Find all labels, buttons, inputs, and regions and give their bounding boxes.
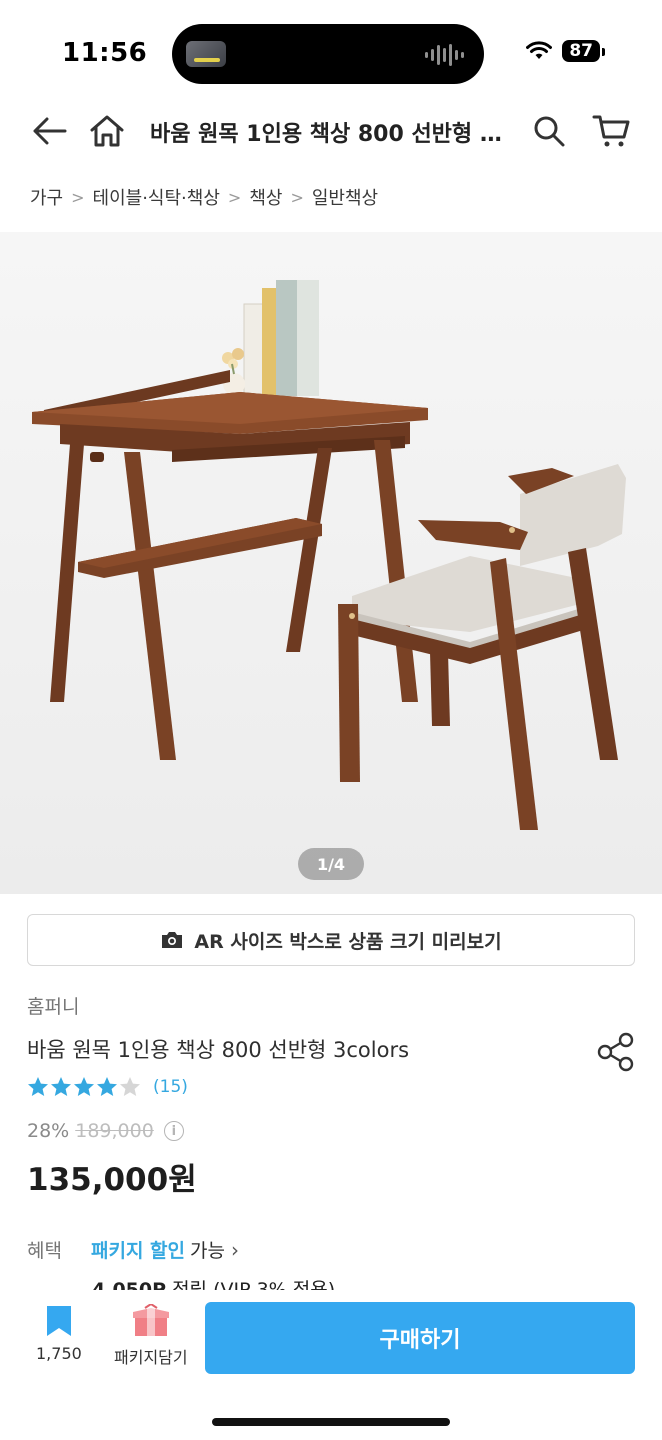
info-icon[interactable]: i <box>163 1121 184 1141</box>
wifi-icon <box>526 41 553 59</box>
battery-indicator: 87 <box>562 40 605 62</box>
dynamic-island[interactable] <box>172 24 484 84</box>
product-photo <box>0 232 662 894</box>
search-button[interactable] <box>526 108 572 154</box>
breadcrumb-item[interactable]: 책상 <box>249 184 282 210</box>
camera-icon <box>162 932 183 948</box>
status-icons: 87 <box>526 40 605 62</box>
benefit-label: 혜택 <box>27 1240 62 1262</box>
points-info: 4,050P 적립 (VIP 3% 적용) <box>92 1276 335 1290</box>
audio-wave-icon <box>425 44 464 66</box>
points-amount: 4,050P <box>92 1279 167 1290</box>
product-image-gallery[interactable] <box>0 232 662 894</box>
package-add-button[interactable]: 패키지담기 <box>114 1304 188 1368</box>
home-button[interactable] <box>84 108 130 154</box>
image-counter: 1/4 <box>298 848 364 880</box>
points-text: 적립 (VIP 3% 적용) <box>172 1279 336 1290</box>
sale-price: 135,000원 <box>27 1162 197 1198</box>
gift-box-icon <box>132 1304 169 1336</box>
rating[interactable]: (15) <box>27 1076 188 1098</box>
bookmark-icon <box>46 1306 71 1336</box>
product-name: 바움 원목 1인용 책상 800 선반형 3colors <box>27 1038 410 1062</box>
cart-button[interactable] <box>588 108 634 154</box>
status-time: 11:56 <box>62 38 148 68</box>
discount-rate: 28% <box>27 1120 70 1142</box>
share-icon <box>597 1032 634 1072</box>
benefit-row[interactable]: 혜택 패키지 할인 가능 › <box>27 1236 239 1263</box>
ar-size-preview-button[interactable]: AR 사이즈 박스로 상품 크기 미리보기 <box>27 914 635 966</box>
back-arrow-icon <box>33 117 67 145</box>
chevron-right-icon: > <box>71 187 85 207</box>
back-button[interactable] <box>26 108 72 154</box>
bookmark-count: 1,750 <box>36 1344 82 1363</box>
search-icon <box>534 116 565 147</box>
chevron-right-icon: > <box>290 187 304 207</box>
brand-name[interactable]: 홈퍼니 <box>27 992 79 1019</box>
package-add-label: 패키지담기 <box>114 1348 188 1367</box>
cart-icon <box>592 115 630 147</box>
top-header: 바움 원목 1인용 책상 800 선반형 3colors <box>0 100 662 162</box>
ar-button-label: AR 사이즈 박스로 상품 크기 미리보기 <box>194 930 502 953</box>
breadcrumb-item[interactable]: 테이블·식탁·책상 <box>93 184 220 210</box>
breadcrumb-item[interactable]: 가구 <box>30 184 63 210</box>
status-bar: 11:56 87 <box>0 0 662 100</box>
review-count[interactable]: (15) <box>153 1077 188 1097</box>
bookmark-button[interactable]: 1,750 <box>36 1304 82 1363</box>
media-thumbnail <box>186 41 226 67</box>
share-button[interactable] <box>594 1030 638 1074</box>
breadcrumb: 가구 > 테이블·식탁·책상 > 책상 > 일반책상 <box>30 184 378 210</box>
buy-button[interactable]: 구매하기 <box>205 1302 635 1374</box>
benefit-available: 가능 <box>190 1240 225 1262</box>
original-price: 189,000 <box>75 1120 154 1142</box>
chevron-right-icon: › <box>230 1237 239 1262</box>
home-indicator[interactable] <box>212 1418 450 1426</box>
chevron-right-icon: > <box>227 187 242 207</box>
home-icon <box>90 115 124 147</box>
breadcrumb-item[interactable]: 일반책상 <box>312 184 378 210</box>
star-rating-icon <box>28 1077 140 1096</box>
package-discount-link[interactable]: 패키지 할인 <box>91 1236 185 1263</box>
page-title: 바움 원목 1인용 책상 800 선반형 3colors <box>150 122 510 147</box>
price-row: 28% 189,000 i <box>27 1120 184 1142</box>
